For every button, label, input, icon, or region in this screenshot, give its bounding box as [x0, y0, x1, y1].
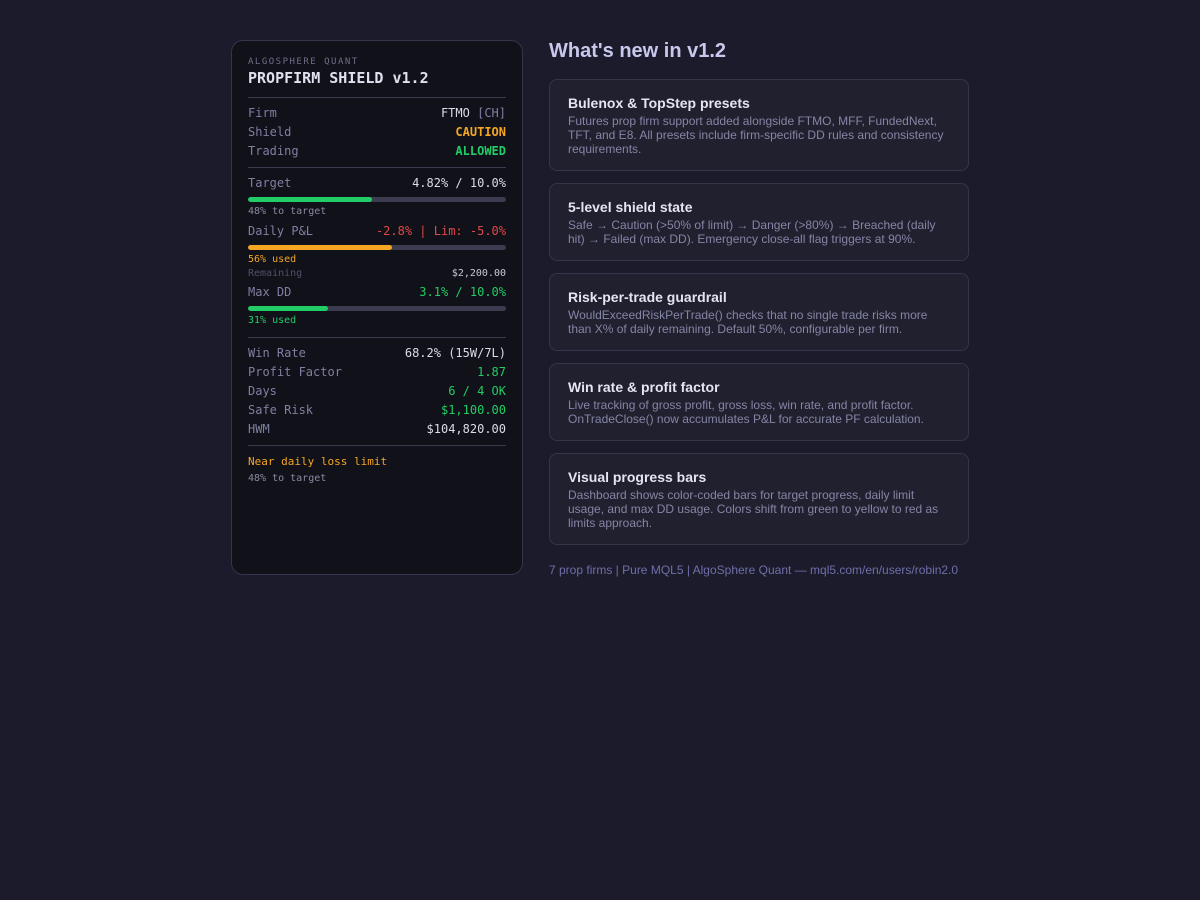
- divider: [248, 97, 506, 98]
- hwm-row: HWM $104,820.00: [248, 420, 506, 439]
- firm-label: Firm: [248, 106, 277, 120]
- daily-pnl-value: -2.8% | Lim: -5.0%: [375, 224, 506, 238]
- feature-title: 5-level shield state: [568, 199, 693, 215]
- shield-label: Shield: [248, 125, 292, 139]
- hwm-value: $104,820.00: [426, 422, 506, 436]
- divider: [248, 167, 506, 168]
- shield-row: Shield CAUTION: [248, 123, 506, 142]
- max-dd-label: Max DD: [248, 285, 292, 299]
- daily-progress-fill: [248, 245, 393, 250]
- target-value: 4.82% / 10.0%: [412, 176, 506, 190]
- firm-row: Firm FTMO [CH]: [248, 104, 506, 123]
- profit-factor-value: 1.87: [477, 365, 506, 379]
- days-value: 6 / 4 OK: [448, 384, 506, 398]
- feature-description: WouldExceedRiskPerTrade() checks that no…: [568, 308, 928, 336]
- firm-value: FTMO [CH]: [441, 104, 506, 123]
- trading-label: Trading: [248, 144, 299, 158]
- feature-description: Live tracking of gross profit, gross los…: [568, 398, 924, 426]
- target-note: 48% to target: [248, 206, 327, 217]
- feature-title: Win rate & profit factor: [568, 379, 720, 395]
- footer-credits: 7 prop firms | Pure MQL5 | AlgoSphere Qu…: [549, 563, 959, 577]
- win-rate-row: Win Rate 68.2% (15W/7L): [248, 344, 506, 363]
- feature-card: Win rate & profit factor Live tracking o…: [549, 363, 969, 441]
- daily-note: 56% used: [248, 254, 297, 265]
- win-rate-label: Win Rate: [248, 346, 306, 360]
- feature-card: Visual progress bars Dashboard shows col…: [549, 453, 969, 545]
- target-progress-fill: [248, 197, 372, 202]
- profit-factor-row: Profit Factor 1.87: [248, 363, 506, 382]
- win-rate-value: 68.2% (15W/7L): [404, 346, 506, 360]
- alert-note: 48% to target: [248, 473, 327, 484]
- feature-card: Bulenox & TopStep presets Futures prop f…: [549, 79, 969, 171]
- trading-row: Trading ALLOWED: [248, 142, 506, 161]
- feature-description: Safe → Caution (>50% of limit) → Danger …: [568, 218, 936, 246]
- whats-new-heading: What's new in v1.2: [549, 40, 727, 62]
- feature-card: 5-level shield state Safe → Caution (>50…: [549, 183, 969, 261]
- safe-risk-label: Safe Risk: [248, 403, 314, 417]
- remaining-label: Remaining: [248, 268, 303, 279]
- max-dd-row: Max DD 3.1% / 10.0%: [248, 283, 506, 302]
- daily-pnl-row: Daily P&L -2.8% | Lim: -5.0%: [248, 222, 506, 241]
- brand-label: ALGOSPHERE QUANT: [248, 57, 359, 67]
- hwm-label: HWM: [248, 422, 270, 436]
- safe-risk-value: $1,100.00: [440, 403, 506, 417]
- days-label: Days: [248, 384, 277, 398]
- feature-description: Futures prop firm support added alongsid…: [568, 114, 944, 156]
- feature-title: Bulenox & TopStep presets: [568, 95, 750, 111]
- shield-status: CAUTION: [455, 125, 506, 139]
- alert-message: Near daily loss limit: [248, 455, 388, 468]
- panel-title: PROPFIRM SHIELD v1.2: [248, 69, 429, 87]
- divider: [248, 445, 506, 446]
- daily-progress-bar: [248, 245, 506, 250]
- feature-title: Risk-per-trade guardrail: [568, 289, 727, 305]
- max-dd-note: 31% used: [248, 315, 297, 326]
- feature-card: Risk-per-trade guardrail WouldExceedRisk…: [549, 273, 969, 351]
- shield-dashboard-panel: ALGOSPHERE QUANT PROPFIRM SHIELD v1.2 Fi…: [231, 40, 523, 575]
- max-dd-value: 3.1% / 10.0%: [419, 285, 506, 299]
- safe-risk-row: Safe Risk $1,100.00: [248, 401, 506, 420]
- feature-description: Dashboard shows color-coded bars for tar…: [568, 488, 939, 530]
- target-label: Target: [248, 176, 292, 190]
- trading-status: ALLOWED: [455, 144, 506, 158]
- remaining-row: Remaining $2,200.00: [248, 266, 506, 281]
- daily-pnl-label: Daily P&L: [248, 224, 314, 238]
- max-dd-progress-fill: [248, 306, 328, 311]
- divider: [248, 337, 506, 338]
- target-row: Target 4.82% / 10.0%: [248, 174, 506, 193]
- target-progress-bar: [248, 197, 506, 202]
- remaining-value: $2,200.00: [451, 268, 506, 279]
- days-row: Days 6 / 4 OK: [248, 382, 506, 401]
- firm-region: [CH]: [477, 106, 506, 120]
- max-dd-progress-bar: [248, 306, 506, 311]
- profit-factor-label: Profit Factor: [248, 365, 342, 379]
- firm-name: FTMO: [440, 106, 470, 120]
- feature-title: Visual progress bars: [568, 469, 707, 485]
